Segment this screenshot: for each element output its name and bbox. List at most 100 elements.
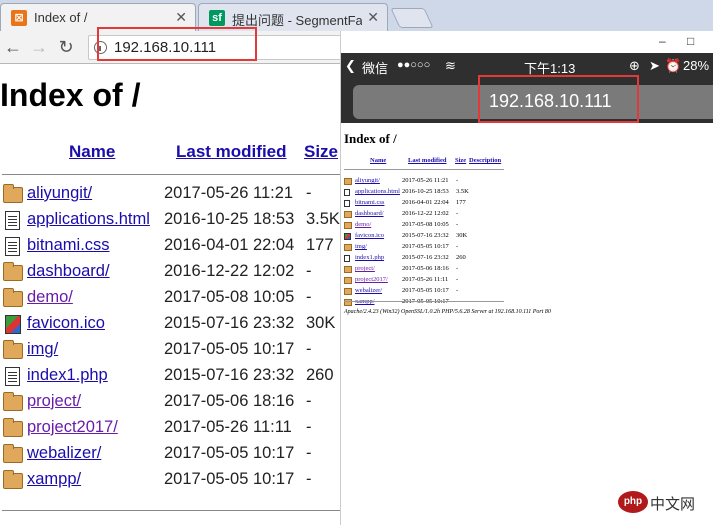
file-link[interactable]: dashboard/	[27, 262, 110, 281]
mobile-file-link[interactable]: bitnami.css	[355, 199, 384, 206]
mobile-file-link[interactable]: applications.html	[355, 188, 400, 195]
close-tab-icon[interactable]: ✕	[175, 9, 187, 26]
mobile-table-row: xampp/2017-05-05 10:17-	[344, 297, 544, 308]
highlight-box-phone-url	[478, 75, 639, 123]
folder-icon	[344, 222, 352, 229]
file-link[interactable]: aliyungit/	[27, 184, 92, 203]
maximize-button[interactable]: □	[687, 34, 694, 48]
folder-icon	[3, 444, 23, 463]
mobile-file-link[interactable]: project2017/	[355, 276, 388, 283]
file-link[interactable]: demo/	[27, 288, 73, 307]
file-link[interactable]: favicon.ico	[27, 314, 105, 333]
file-size: 3.5K	[306, 210, 340, 228]
xampp-favicon-icon: ⊠	[11, 10, 27, 26]
folder-icon	[344, 277, 352, 284]
watermark-text: 中文网	[650, 496, 696, 513]
directory-listing-page: Index of / Name Last modified Size aliyu…	[0, 65, 340, 525]
table-row: aliyungit/2017-05-26 11:21-	[0, 182, 340, 208]
file-link[interactable]: project/	[27, 392, 81, 411]
file-link[interactable]: applications.html	[27, 210, 150, 229]
file-size: -	[306, 288, 312, 306]
mobile-column-size[interactable]: Size	[455, 157, 466, 164]
mobile-file-size: -	[456, 287, 459, 294]
mobile-table-row: bitnami.css 2016-04-01 22:04 177	[344, 198, 544, 209]
mobile-file-size: 260	[456, 254, 466, 261]
mobile-modified-date: 2017-05-05 10:17	[402, 287, 449, 294]
file-size: 30K	[306, 314, 336, 332]
table-row: project/2017-05-06 18:16-	[0, 390, 340, 416]
mobile-file-link[interactable]: dashboard/	[355, 210, 384, 217]
mobile-modified-date: 2017-05-08 10:05	[402, 221, 449, 228]
file-link[interactable]: img/	[27, 340, 58, 359]
mobile-column-description[interactable]: Description	[469, 157, 501, 164]
back-arrow-icon[interactable]: ←	[2, 36, 24, 58]
file-link[interactable]: project2017/	[27, 418, 118, 437]
mobile-table-row: project2017/2017-05-26 11:11-	[344, 275, 544, 286]
mobile-file-link[interactable]: index1.php	[355, 254, 384, 261]
folder-icon	[3, 184, 23, 203]
mobile-modified-date: 2017-05-06 18:16	[402, 265, 449, 272]
highlight-box-desktop-url	[97, 27, 257, 61]
column-header-last-modified[interactable]: Last modified	[176, 142, 287, 162]
column-header-size[interactable]: Size	[304, 142, 338, 162]
table-row: dashboard/2016-12-22 12:02-	[0, 260, 340, 286]
file-link[interactable]: xampp/	[27, 470, 81, 489]
window-controls: – □	[341, 31, 713, 53]
back-chevron-icon[interactable]: ❮	[345, 58, 356, 74]
new-tab-button[interactable]	[390, 8, 434, 28]
mobile-file-link[interactable]: img/	[355, 243, 367, 250]
mobile-table-row: webalizer/2017-05-05 10:17-	[344, 286, 544, 297]
file-size: -	[306, 470, 312, 488]
reload-icon[interactable]: ↻	[55, 36, 77, 58]
table-row: demo/2017-05-08 10:05-	[0, 286, 340, 312]
file-link[interactable]: webalizer/	[27, 444, 101, 463]
close-tab-icon[interactable]: ✕	[367, 9, 379, 26]
file-link[interactable]: index1.php	[27, 366, 108, 385]
mobile-table-row: dashboard/2016-12-22 12:02-	[344, 209, 544, 220]
modified-date: 2015-07-16 23:32	[164, 366, 295, 384]
file-link[interactable]: bitnami.css	[27, 236, 110, 255]
mobile-file-size: -	[456, 177, 459, 184]
mobile-directory-listing: Index of / Name Last modified Size Descr…	[341, 123, 713, 525]
folder-icon	[3, 262, 23, 281]
divider	[2, 174, 340, 175]
mobile-file-link[interactable]: aliyungit/	[355, 177, 380, 184]
mobile-divider	[344, 169, 504, 170]
mobile-file-size: 3.5K	[456, 188, 469, 195]
alarm-icon: ⏰	[665, 58, 682, 73]
forward-arrow-icon[interactable]: →	[28, 36, 50, 58]
mobile-modified-date: 2015-07-16 23:32	[402, 254, 449, 261]
mobile-table-row: favicon.ico 2015-07-16 23:32 30K	[344, 231, 544, 242]
divider	[2, 510, 340, 511]
wifi-icon: ≋	[445, 58, 456, 73]
mobile-file-size: -	[456, 210, 459, 217]
document-icon	[5, 211, 20, 230]
modified-date: 2016-10-25 18:53	[164, 210, 295, 228]
mobile-divider	[344, 301, 504, 302]
tab-title: Index of /	[34, 10, 88, 25]
file-size: -	[306, 262, 312, 280]
mobile-file-size: -	[456, 243, 459, 250]
modified-date: 2017-05-26 11:21	[164, 184, 294, 202]
mobile-file-link[interactable]: demo/	[355, 221, 371, 228]
battery-label: 28%	[683, 58, 710, 73]
mobile-file-link[interactable]: project/	[355, 265, 375, 272]
mobile-file-link[interactable]: favicon.ico	[355, 232, 384, 239]
mobile-file-link[interactable]: webalizer/	[355, 287, 382, 294]
column-header-name[interactable]: Name	[69, 142, 115, 162]
folder-icon	[3, 340, 23, 359]
mobile-file-size: -	[456, 265, 459, 272]
modified-date: 2017-05-06 18:16	[164, 392, 295, 410]
mobile-column-last-modified[interactable]: Last modified	[408, 157, 446, 164]
modified-date: 2017-05-26 11:11	[164, 418, 292, 436]
folder-icon	[344, 211, 352, 218]
minimize-button[interactable]: –	[659, 34, 666, 48]
mobile-column-name[interactable]: Name	[370, 157, 386, 164]
modified-date: 2016-04-01 22:04	[164, 236, 295, 254]
signal-icon: ●●○○○	[397, 59, 431, 71]
segmentfault-favicon-icon: sf	[209, 10, 225, 26]
mobile-file-size: -	[456, 221, 459, 228]
modified-date: 2016-12-22 12:02	[164, 262, 295, 280]
folder-icon	[3, 418, 23, 437]
file-size: 260	[306, 366, 334, 384]
